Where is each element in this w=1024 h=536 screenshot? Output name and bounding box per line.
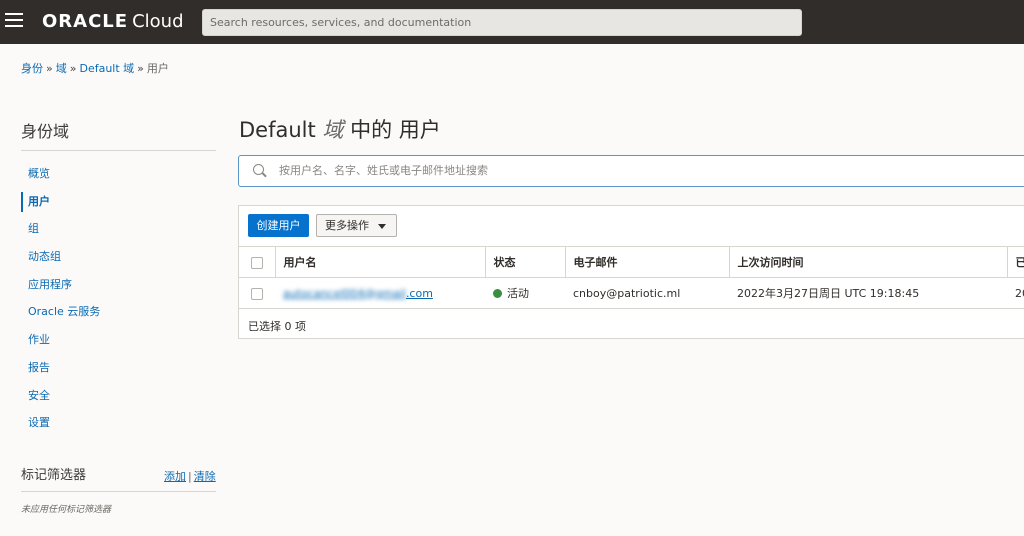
breadcrumb-separator: » [46,62,53,75]
breadcrumb-default-domain[interactable]: Default 域 [79,62,134,75]
page-title: Default 域 中的 用户 [239,114,441,144]
email-cell: cnboy@patriotic.ml [565,277,729,309]
sidebar-item-dynamic-groups[interactable]: 动态组 [21,243,216,271]
table-header-row: 用户名 状态 电子邮件 上次访问时间 已 [239,246,1024,278]
column-header-username[interactable]: 用户名 [275,246,486,278]
column-header-status[interactable]: 状态 [485,246,566,278]
sidebar-item-jobs[interactable]: 作业 [21,326,216,354]
tag-filter-clear-link[interactable]: 清除 [194,470,216,483]
username-suffix: .com [405,286,433,300]
page-title-suffix: 中的 用户 [350,118,441,142]
users-table: 用户名 状态 电子邮件 上次访问时间 已 autocancel004@gmail… [239,246,1024,309]
username-cell: autocancel004@gmail.com [275,277,485,309]
top-bar: ORACLE Cloud Search resources, services, … [0,0,1024,44]
sidebar-divider [21,150,216,151]
chevron-down-icon [378,224,386,229]
sidebar-item-reports[interactable]: 报告 [21,354,216,382]
page-title-domain: 域 [322,118,344,142]
more-actions-button[interactable]: 更多操作 [316,214,397,237]
column-header-truncated[interactable]: 已 [1007,246,1024,278]
sidebar-item-groups[interactable]: 组 [21,215,216,243]
sidebar-nav: 概览 用户 组 动态组 应用程序 Oracle 云服务 作业 报告 安全 设置 [21,160,216,437]
search-icon [253,164,267,178]
sidebar-item-users[interactable]: 用户 [21,188,216,216]
row-checkbox[interactable] [251,287,263,300]
select-all-cell [239,246,276,278]
sidebar-item-oracle-cloud-services[interactable]: Oracle 云服务 [21,298,216,326]
status-cell: 活动 [485,277,565,309]
selected-count: 已选择 0 项 [248,320,306,333]
username-blurred: autocancel004@gmail [283,286,406,300]
tag-filter-empty-text: 未应用任何标记筛选器 [21,505,112,515]
truncated-cell: 20 [1007,277,1024,309]
tag-filter-actions: 添加 | 清除 [164,468,216,484]
sidebar-item-applications[interactable]: 应用程序 [21,271,216,299]
hamburger-menu-icon[interactable] [5,13,23,29]
tag-filter-add-link[interactable]: 添加 [164,470,186,483]
sidebar-item-security[interactable]: 安全 [21,382,216,410]
user-search-placeholder: 按用户名、名字、姓氏或电子邮件地址搜索 [279,164,488,177]
oracle-cloud-logo[interactable]: ORACLE Cloud [42,11,184,33]
breadcrumb-identity[interactable]: 身份 [21,62,43,75]
tag-filter-divider-line [21,491,216,492]
page-title-prefix: Default [239,118,316,142]
column-header-last-access[interactable]: 上次访问时间 [729,246,1008,278]
tag-filter-title: 标记筛选器 [21,468,87,483]
status-active-icon [493,289,502,298]
sidebar-item-settings[interactable]: 设置 [21,409,216,437]
create-user-button[interactable]: 创建用户 [248,214,309,237]
sidebar-title: 身份域 [21,122,70,141]
status-text: 活动 [507,287,529,300]
select-all-checkbox[interactable] [251,256,263,269]
row-select-cell [239,277,275,309]
more-actions-label: 更多操作 [325,219,369,232]
last-access-cell: 2022年3月27日周日 UTC 19:18:45 [729,277,1007,309]
table-row: autocancel004@gmail.com 活动 cnboy@patriot… [239,277,1024,309]
breadcrumb-current: 用户 [146,62,169,75]
users-table-panel: 创建用户 更多操作 用户名 状态 电子邮件 上次访问时间 已 autocance… [238,205,1024,339]
breadcrumb-separator: » [69,62,77,75]
user-search-input[interactable]: 按用户名、名字、姓氏或电子邮件地址搜索 [238,155,1024,187]
username-link[interactable]: autocancel004@gmail.com [283,287,433,300]
sidebar-item-overview[interactable]: 概览 [21,160,216,188]
breadcrumb-separator: » [137,62,144,75]
global-search-input[interactable]: Search resources, services, and document… [202,9,802,36]
breadcrumb: 身份» 域» Default 域» 用户 [21,60,169,76]
column-header-email[interactable]: 电子邮件 [565,246,730,278]
tag-filter-divider: | [188,470,192,483]
breadcrumb-domains[interactable]: 域 [56,62,67,75]
